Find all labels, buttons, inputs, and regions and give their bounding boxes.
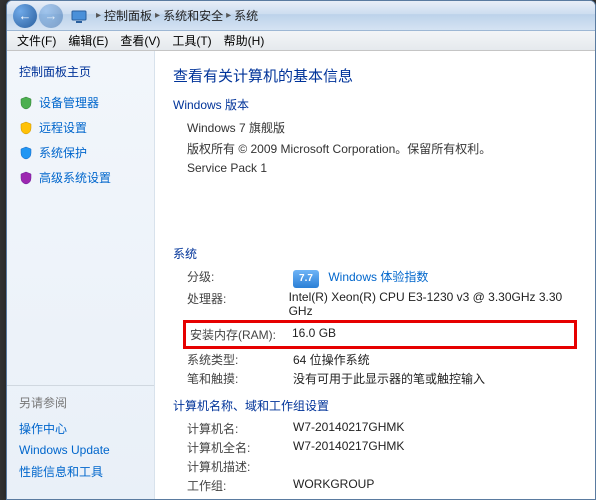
pen-touch-value: 没有可用于此显示器的笔或触控输入 [293, 370, 485, 387]
sidebar: 控制面板主页 设备管理器 远程设置 系统保护 高级系统设置 另请参阅 操作中心 … [7, 51, 155, 499]
section-windows-edition: Windows 版本 [173, 96, 577, 113]
chevron-right-icon: ▸ [155, 10, 160, 21]
breadcrumb-control-panel[interactable]: 控制面板 [104, 7, 152, 24]
ram-label: 安装内存(RAM): [190, 326, 292, 343]
row-computer-desc: 计算机描述: [187, 458, 577, 475]
menu-tools[interactable]: 工具(T) [166, 30, 217, 51]
row-pen-touch: 笔和触摸: 没有可用于此显示器的笔或触控输入 [187, 370, 577, 387]
highlight-box: 安装内存(RAM): 16.0 GB [183, 320, 577, 349]
computer-desc-label: 计算机描述: [187, 458, 293, 475]
chevron-right-icon: ▸ [226, 10, 231, 21]
arrow-left-icon: ← [19, 8, 32, 23]
nav-forward-button[interactable]: → [39, 4, 63, 28]
section-system: 系统 [173, 245, 577, 262]
nav-back-button[interactable]: ← [13, 4, 37, 28]
copyright-value: 版权所有 © 2009 Microsoft Corporation。保留所有权利… [187, 140, 577, 157]
row-computer-fullname: 计算机全名: W7-20140217GHMK [187, 439, 577, 456]
section-computer-name: 计算机名称、域和工作组设置 [173, 397, 577, 414]
breadcrumb-system-security[interactable]: 系统和安全 [163, 7, 223, 24]
see-also-performance[interactable]: 性能信息和工具 [19, 460, 142, 483]
chevron-right-icon: ▸ [96, 10, 101, 21]
titlebar: ← → ▸ 控制面板 ▸ 系统和安全 ▸ 系统 [7, 1, 595, 31]
sidebar-item-label: 设备管理器 [39, 94, 99, 111]
shield-icon [19, 171, 33, 185]
computer-fullname-label: 计算机全名: [187, 439, 293, 456]
breadcrumb-system[interactable]: 系统 [234, 7, 258, 24]
menu-edit[interactable]: 编辑(E) [62, 30, 114, 51]
sidebar-item-remote-settings[interactable]: 远程设置 [7, 115, 154, 140]
sidebar-item-system-protection[interactable]: 系统保护 [7, 140, 154, 165]
pen-touch-label: 笔和触摸: [187, 370, 293, 387]
window-body: 控制面板主页 设备管理器 远程设置 系统保护 高级系统设置 另请参阅 操作中心 … [7, 51, 595, 499]
wei-link[interactable]: Windows 体验指数 [328, 270, 428, 284]
row-workgroup: 工作组: WORKGROUP [187, 477, 577, 494]
shield-icon [19, 96, 33, 110]
shield-icon [19, 121, 33, 135]
rating-value: 7.7 Windows 体验指数 [293, 268, 428, 288]
wei-badge: 7.7 [293, 270, 319, 288]
computer-fullname-value: W7-20140217GHMK [293, 439, 404, 456]
computer-name-value: W7-20140217GHMK [293, 420, 404, 437]
computer-name-label: 计算机名: [187, 420, 293, 437]
see-also-windows-update[interactable]: Windows Update [19, 440, 142, 460]
sidebar-item-label: 远程设置 [39, 119, 87, 136]
menubar: 文件(F) 编辑(E) 查看(V) 工具(T) 帮助(H) [7, 31, 595, 51]
sidebar-see-also: 另请参阅 操作中心 Windows Update 性能信息和工具 [7, 385, 154, 491]
system-type-label: 系统类型: [187, 351, 293, 368]
sidebar-item-label: 高级系统设置 [39, 169, 111, 186]
sidebar-item-label: 系统保护 [39, 144, 87, 161]
workgroup-label: 工作组: [187, 477, 293, 494]
content-pane: 查看有关计算机的基本信息 Windows 版本 Windows 7 旗舰版 版权… [155, 51, 595, 499]
see-also-action-center[interactable]: 操作中心 [19, 417, 142, 440]
row-system-type: 系统类型: 64 位操作系统 [187, 351, 577, 368]
row-rating: 分级: 7.7 Windows 体验指数 [187, 268, 577, 288]
sidebar-item-advanced-settings[interactable]: 高级系统设置 [7, 165, 154, 190]
workgroup-value: WORKGROUP [293, 477, 374, 494]
ram-value: 16.0 GB [292, 326, 336, 343]
edition-value: Windows 7 旗舰版 [187, 119, 577, 136]
sidebar-home-link[interactable]: 控制面板主页 [7, 59, 154, 90]
menu-file[interactable]: 文件(F) [11, 30, 62, 51]
menu-help[interactable]: 帮助(H) [218, 30, 271, 51]
row-computer-name: 计算机名: W7-20140217GHMK [187, 420, 577, 437]
shield-icon [19, 146, 33, 160]
computer-icon [71, 8, 87, 24]
arrow-right-icon: → [45, 8, 58, 23]
system-window: ← → ▸ 控制面板 ▸ 系统和安全 ▸ 系统 文件(F) 编辑(E) 查看(V… [6, 0, 596, 500]
processor-label: 处理器: [187, 290, 289, 318]
page-title: 查看有关计算机的基本信息 [173, 65, 577, 86]
system-type-value: 64 位操作系统 [293, 351, 370, 368]
service-pack-value: Service Pack 1 [187, 161, 577, 175]
see-also-label: 另请参阅 [19, 394, 142, 411]
processor-value: Intel(R) Xeon(R) CPU E3-1230 v3 @ 3.30GH… [289, 290, 577, 318]
row-ram: 安装内存(RAM): 16.0 GB [190, 326, 572, 343]
menu-view[interactable]: 查看(V) [114, 30, 166, 51]
sidebar-item-device-manager[interactable]: 设备管理器 [7, 90, 154, 115]
rating-label: 分级: [187, 268, 293, 288]
row-processor: 处理器: Intel(R) Xeon(R) CPU E3-1230 v3 @ 3… [187, 290, 577, 318]
